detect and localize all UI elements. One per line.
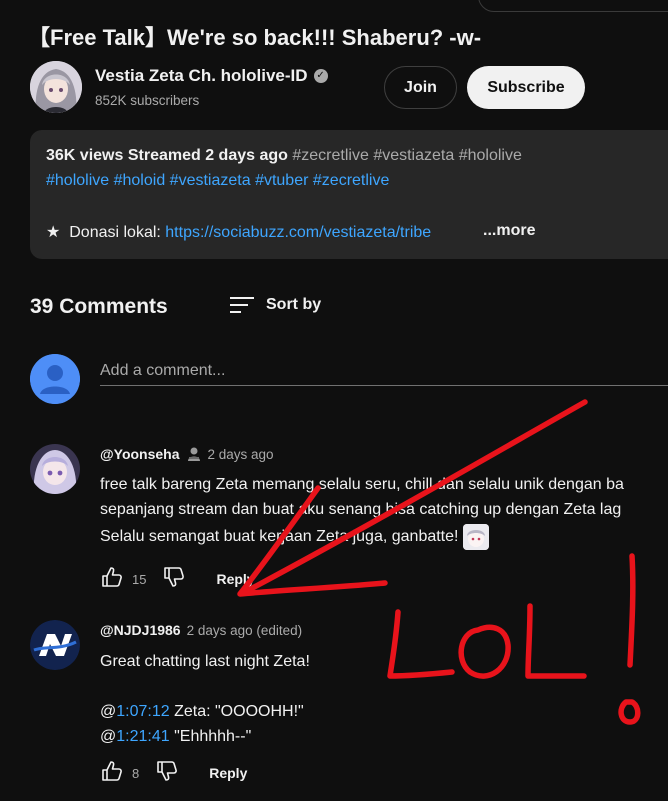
comment-line: sepanjang stream dan buat aku senang bis… <box>100 501 622 518</box>
comment-author[interactable]: @NJDJ1986 <box>100 622 181 638</box>
reply-button[interactable]: Reply <box>216 571 254 587</box>
like-count: 15 <box>132 571 147 587</box>
channel-name-text[interactable]: Vestia Zeta Ch. hololive-ID <box>95 66 308 86</box>
timestamp-text: "Ehhhhh--" <box>169 728 252 745</box>
reply-button[interactable]: Reply <box>209 765 247 781</box>
like-count: 8 <box>132 765 140 781</box>
channel-name[interactable]: Vestia Zeta Ch. hololive-ID ✓ <box>95 66 328 86</box>
hashtag[interactable]: #zecretlive <box>313 172 389 189</box>
donation-link[interactable]: https://sociabuzz.com/vestiazeta/tribe <box>165 224 431 241</box>
mention-prefix: @ <box>100 728 117 745</box>
comment-item: @Yoonseha 2 days ago free talk bareng Ze… <box>30 444 668 594</box>
timestamp-text: Zeta: "OOOOHH!" <box>169 703 304 720</box>
hashtag[interactable]: #vestiazeta <box>170 172 251 189</box>
description-tags-line: #hololive #holoid #vestiazeta #vtuber #z… <box>46 172 389 190</box>
comments-count: 39 Comments <box>30 295 168 318</box>
hashtag[interactable]: #holoid <box>114 172 166 189</box>
add-comment-row <box>30 354 668 404</box>
comment-time[interactable]: 2 days ago <box>208 447 274 462</box>
timestamp-line: @1:21:41 "Ehhhhh--" <box>100 724 310 749</box>
add-comment-input[interactable] <box>100 356 668 386</box>
comment-text: Great chatting last night Zeta! @1:07:12… <box>100 649 310 749</box>
comment-line-text: Selalu semangat buat kerjaan Zeta juga, … <box>100 528 463 546</box>
comment-actions: 15 Reply <box>100 565 255 593</box>
like-icon[interactable] <box>100 759 124 788</box>
comment-item: @NJDJ1986 2 days ago (edited) Great chat… <box>30 620 668 795</box>
join-button[interactable]: Join <box>384 66 457 109</box>
user-avatar-icon[interactable] <box>30 354 80 404</box>
hashtag[interactable]: #vtuber <box>255 172 308 189</box>
comments-header: 39 Comments Sort by <box>30 290 650 324</box>
timestamp-line: @1:07:12 Zeta: "OOOOHH!" <box>100 699 310 724</box>
hashtag[interactable]: #hololive <box>459 147 522 164</box>
comment-text: free talk bareng Zeta memang selalu seru… <box>100 472 624 550</box>
sort-by-button[interactable]: Sort by <box>230 290 321 320</box>
view-count: 36K views <box>46 147 124 164</box>
hashtag[interactable]: #hololive <box>46 172 109 189</box>
comment-line: free talk bareng Zeta memang selalu seru… <box>100 476 624 493</box>
channel-avatar[interactable] <box>30 61 82 113</box>
donation-label: ★ Donasi lokal: <box>46 224 166 241</box>
comment-line: Selalu semangat buat kerjaan Zeta juga, … <box>100 524 624 550</box>
subscriber-count: 852K subscribers <box>95 93 200 108</box>
timestamp-link[interactable]: 1:07:12 <box>116 703 169 720</box>
comment-header: @Yoonseha 2 days ago <box>100 446 274 462</box>
more-button[interactable]: ...more <box>479 222 536 240</box>
streamed-date: Streamed 2 days ago <box>127 147 288 164</box>
video-title: 【Free Talk】We're so back!!! Shaberu? -w- <box>28 25 482 50</box>
commenter-avatar[interactable] <box>30 444 80 494</box>
description-donation-line: ★ Donasi lokal: https://sociabuzz.com/ve… <box>46 222 536 242</box>
hashtag[interactable]: #vestiazeta <box>373 147 454 164</box>
comment-line: Great chatting last night Zeta! <box>100 653 310 670</box>
mention-prefix: @ <box>100 703 117 720</box>
like-icon[interactable] <box>100 565 124 594</box>
comment-author[interactable]: @Yoonseha <box>100 446 180 462</box>
subscribe-button[interactable]: Subscribe <box>467 66 585 109</box>
sort-icon <box>230 295 254 315</box>
emote-icon <box>462 524 489 550</box>
check-circle-icon: ✓ <box>313 69 328 83</box>
comment-actions: 8 Reply <box>100 759 247 787</box>
sort-label: Sort by <box>266 296 322 313</box>
dislike-icon[interactable] <box>155 759 179 788</box>
comment-header: @NJDJ1986 2 days ago (edited) <box>100 622 302 638</box>
timestamp-link[interactable]: 1:21:41 <box>116 728 169 745</box>
description-meta-line: 36K views Streamed 2 days ago #zecretliv… <box>46 147 522 165</box>
commenter-avatar[interactable] <box>30 620 80 670</box>
description-box[interactable]: 36K views Streamed 2 days ago #zecretliv… <box>30 130 668 259</box>
member-badge-icon <box>186 446 202 462</box>
dislike-icon[interactable] <box>162 565 186 594</box>
search-box-edge[interactable] <box>478 0 668 12</box>
comment-time[interactable]: 2 days ago (edited) <box>187 623 303 638</box>
channel-row: Vestia Zeta Ch. hololive-ID ✓ 852K subsc… <box>30 61 668 115</box>
hashtag[interactable]: #zecretlive <box>292 147 368 164</box>
